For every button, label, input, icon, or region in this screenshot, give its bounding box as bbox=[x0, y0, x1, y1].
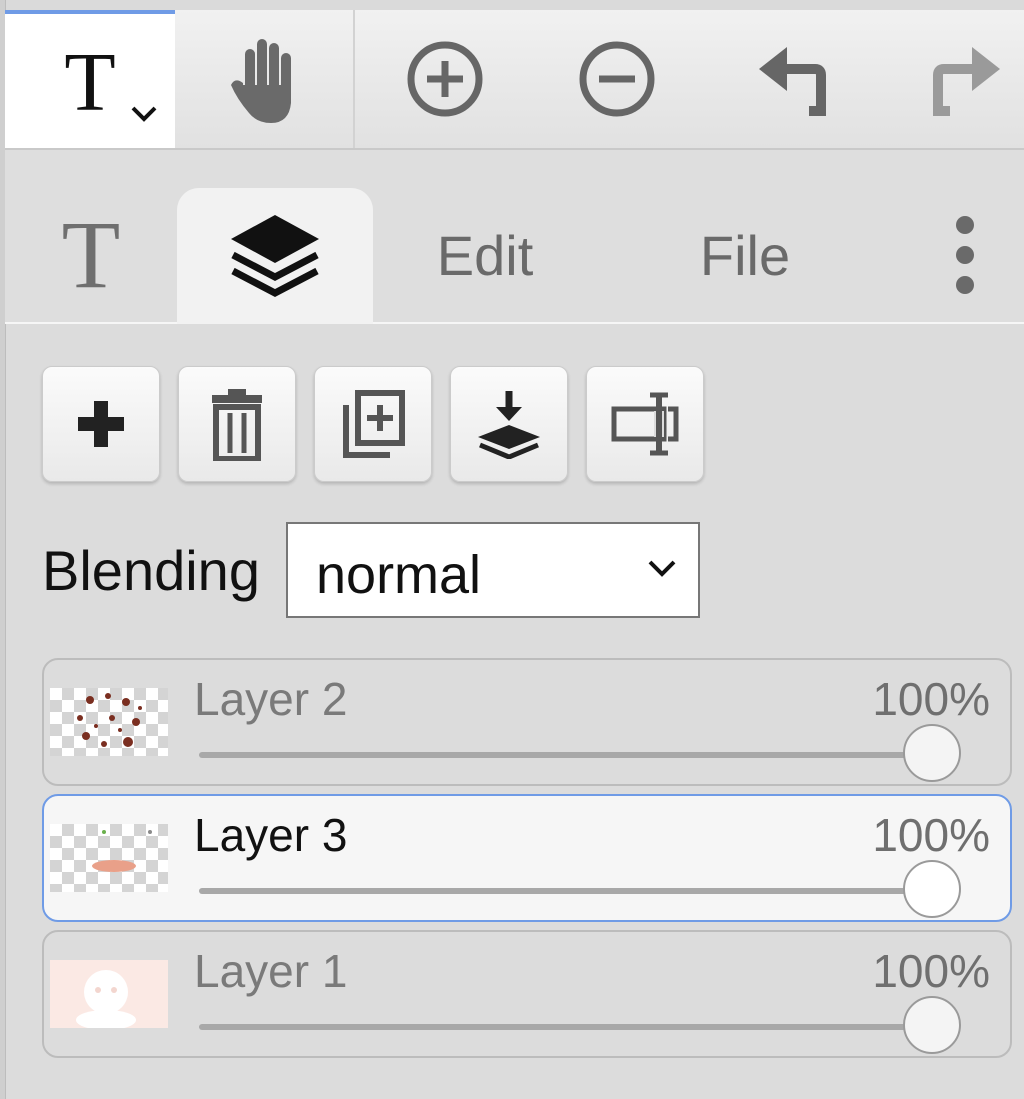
delete-layer-button[interactable] bbox=[178, 366, 296, 482]
tab-edit[interactable]: Edit bbox=[405, 210, 565, 300]
text-tool-icon: T bbox=[64, 36, 116, 129]
merge-down-icon bbox=[478, 391, 540, 459]
duplicate-icon bbox=[343, 390, 405, 458]
trash-icon bbox=[212, 389, 262, 461]
merge-down-button[interactable] bbox=[450, 366, 568, 482]
layers-icon bbox=[231, 215, 319, 297]
tab-file[interactable]: File bbox=[665, 210, 825, 300]
plus-icon bbox=[78, 401, 124, 447]
tab-text[interactable]: T bbox=[25, 190, 157, 320]
chevron-down-icon bbox=[648, 560, 676, 577]
zoom-out-button[interactable] bbox=[557, 10, 677, 148]
opacity-slider-handle[interactable] bbox=[903, 996, 961, 1054]
text-cursor-icon bbox=[611, 392, 679, 456]
zoom-in-button[interactable] bbox=[385, 10, 505, 148]
more-vertical-icon bbox=[956, 216, 974, 294]
layer-row[interactable]: Layer 2 100% bbox=[42, 658, 1012, 786]
opacity-slider-track[interactable] bbox=[199, 1024, 959, 1030]
hand-tool-button[interactable] bbox=[185, 10, 345, 148]
hand-icon bbox=[231, 39, 291, 123]
undo-icon bbox=[759, 47, 826, 116]
more-menu-button[interactable] bbox=[935, 210, 995, 300]
redo-icon bbox=[932, 47, 1000, 116]
layer-opacity: 100% bbox=[872, 673, 990, 725]
opacity-slider-handle[interactable] bbox=[903, 860, 961, 918]
layer-row[interactable]: Layer 1 100% bbox=[42, 930, 1012, 1058]
redo-button[interactable] bbox=[903, 10, 1024, 148]
layer-opacity: 100% bbox=[872, 945, 990, 997]
blending-select[interactable]: normal bbox=[286, 522, 700, 618]
chevron-down-icon[interactable] bbox=[129, 104, 159, 124]
opacity-slider-track[interactable] bbox=[199, 752, 959, 758]
opacity-slider-track[interactable] bbox=[199, 888, 959, 894]
layer-thumbnail bbox=[50, 688, 168, 756]
zoom-out-icon bbox=[579, 41, 655, 117]
blending-value: normal bbox=[316, 545, 482, 605]
panel-tabs: T Edit File bbox=[5, 150, 1024, 324]
layer-thumbnail bbox=[50, 824, 168, 892]
tab-layers[interactable] bbox=[177, 188, 373, 324]
window-top-strip bbox=[0, 0, 1024, 10]
layer-name: Layer 1 bbox=[194, 945, 348, 997]
layer-name: Layer 3 bbox=[194, 809, 348, 861]
text-tool-button[interactable]: T bbox=[5, 10, 175, 148]
layer-row[interactable]: Layer 3 100% bbox=[42, 794, 1012, 922]
zoom-in-icon bbox=[407, 41, 483, 117]
add-layer-button[interactable] bbox=[42, 366, 160, 482]
blending-label: Blending bbox=[42, 539, 260, 602]
layer-opacity: 100% bbox=[872, 809, 990, 861]
toolbar-separator bbox=[353, 10, 355, 148]
text-tab-icon: T bbox=[61, 201, 121, 308]
undo-button[interactable] bbox=[735, 10, 855, 148]
opacity-slider-handle[interactable] bbox=[903, 724, 961, 782]
layer-name: Layer 2 bbox=[194, 673, 348, 725]
toolbar: T bbox=[5, 10, 1024, 150]
rename-layer-button[interactable] bbox=[586, 366, 704, 482]
duplicate-layer-button[interactable] bbox=[314, 366, 432, 482]
layer-thumbnail bbox=[50, 960, 168, 1028]
